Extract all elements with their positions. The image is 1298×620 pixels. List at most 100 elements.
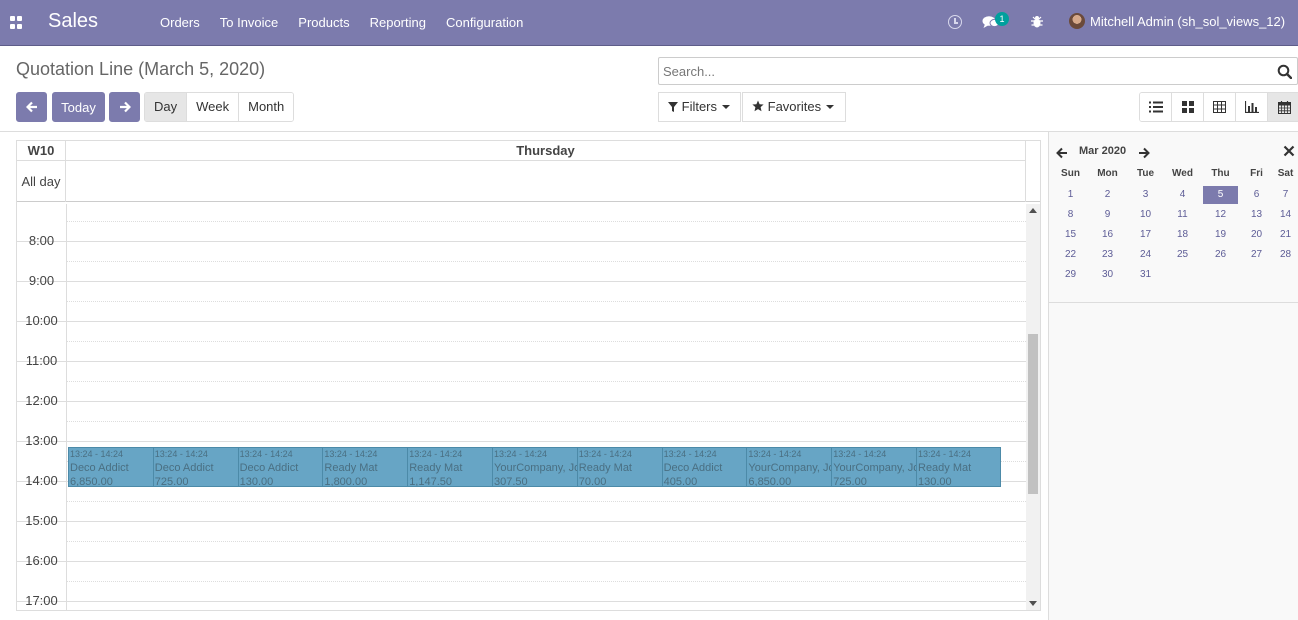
menu-products[interactable]: Products bbox=[288, 0, 359, 46]
event-amount: 1,800.00 bbox=[324, 476, 368, 487]
mini-calendar-day[interactable]: 14 bbox=[1268, 206, 1298, 224]
mini-next-month-icon[interactable] bbox=[1137, 146, 1151, 160]
activity-clock-icon[interactable] bbox=[948, 15, 962, 29]
menu-orders[interactable]: Orders bbox=[150, 0, 210, 46]
mini-calendar-day[interactable]: 16 bbox=[1090, 226, 1125, 244]
scale-day-button[interactable]: Day bbox=[145, 93, 188, 121]
event-partner: Deco Addict bbox=[70, 462, 129, 474]
mini-calendar-day[interactable]: 23 bbox=[1090, 246, 1125, 264]
all-day-slot[interactable] bbox=[66, 161, 1026, 202]
filters-dropdown[interactable]: Filters bbox=[658, 92, 741, 122]
mini-calendar-day[interactable]: 8 bbox=[1053, 206, 1088, 224]
calendar-sidebar: Mar 2020 Sun Mon Tue Wed Thu Fri Sat 1 2 3 4 5 6 7 8 9 1… bbox=[1048, 132, 1298, 620]
debug-bug-icon[interactable] bbox=[1030, 15, 1044, 29]
scrollbar-thumb[interactable] bbox=[1028, 334, 1038, 494]
mini-calendar-day[interactable]: 12 bbox=[1203, 206, 1238, 224]
user-menu-name[interactable]: Mitchell Admin (sh_sol_views_12) bbox=[1090, 14, 1285, 29]
mini-calendar-day[interactable]: 9 bbox=[1090, 206, 1125, 224]
search-input[interactable] bbox=[663, 61, 1263, 81]
event-time: 13:24 - 14:24 bbox=[494, 449, 548, 459]
mini-calendar-day[interactable]: 22 bbox=[1053, 246, 1088, 264]
scale-week-button[interactable]: Week bbox=[187, 93, 240, 121]
page-title: Quotation Line (March 5, 2020) bbox=[16, 59, 266, 79]
events-container: 13:24 - 14:24 Deco Addict 6,850.00 13:24 - … bbox=[68, 204, 1001, 610]
mini-calendar-day[interactable]: 2 bbox=[1090, 186, 1125, 204]
event-partner: Ready Mat bbox=[324, 462, 378, 474]
mini-calendar-day[interactable]: 21 bbox=[1268, 226, 1298, 244]
calendar-event[interactable]: 13:24 - 14:24 Deco Addict 130.00 bbox=[237, 447, 324, 487]
calendar-event[interactable]: 13:24 - 14:24 Deco Addict 725.00 bbox=[152, 447, 239, 487]
favorites-label: Favorites bbox=[767, 99, 822, 114]
kanban-view-button[interactable] bbox=[1172, 93, 1204, 121]
calendar-event[interactable]: 13:24 - 14:24 Ready Mat 1,800.00 bbox=[322, 447, 409, 487]
mini-calendar-title: Mar 2020 bbox=[1079, 145, 1127, 157]
mini-prev-month-icon[interactable] bbox=[1055, 146, 1069, 160]
scroll-up-arrow-icon[interactable] bbox=[1029, 208, 1037, 213]
calendar-view-button[interactable] bbox=[1268, 93, 1298, 121]
mini-calendar-day[interactable]: 17 bbox=[1128, 226, 1163, 244]
all-day-label: All day bbox=[17, 161, 66, 202]
mini-calendar-day[interactable]: 10 bbox=[1128, 206, 1163, 224]
mini-calendar-day[interactable]: 11 bbox=[1165, 206, 1200, 224]
day-column-header: Thursday bbox=[66, 141, 1026, 161]
calendar-event[interactable]: 13:24 - 14:24 YourCompany, Jo 307.50 bbox=[492, 447, 578, 487]
calendar-event[interactable]: 13:24 - 14:24 Deco Addict 405.00 bbox=[661, 447, 748, 487]
calendar-event[interactable]: 13:24 - 14:24 Ready Mat 130.00 bbox=[916, 447, 1001, 487]
filters-label: Filters bbox=[681, 99, 718, 114]
mini-calendar-day[interactable]: 29 bbox=[1053, 266, 1088, 284]
event-amount: 307.50 bbox=[494, 476, 528, 487]
apps-menu-icon[interactable] bbox=[10, 16, 23, 29]
calendar-scrollbar[interactable] bbox=[1026, 204, 1040, 610]
event-amount: 6,850.00 bbox=[70, 476, 113, 487]
scale-month-button[interactable]: Month bbox=[239, 93, 294, 121]
list-view-button[interactable] bbox=[1140, 93, 1172, 121]
calendar-event[interactable]: 13:24 - 14:24 Deco Addict 6,850.00 bbox=[68, 447, 154, 487]
calendar-event[interactable]: 13:24 - 14:24 YourCompany, Jo 725.00 bbox=[831, 447, 917, 487]
next-button[interactable] bbox=[109, 92, 140, 122]
calendar-icon bbox=[1277, 100, 1291, 114]
mini-calendar-day[interactable]: 24 bbox=[1128, 246, 1163, 264]
calendar-event[interactable]: 13:24 - 14:24 YourCompany, Jo 6,850.00 bbox=[746, 447, 833, 487]
user-avatar[interactable] bbox=[1069, 13, 1085, 29]
mini-calendar-day[interactable]: 1 bbox=[1053, 186, 1088, 204]
star-icon bbox=[752, 100, 764, 112]
mini-calendar-day[interactable]: 31 bbox=[1128, 266, 1163, 284]
close-icon[interactable] bbox=[1283, 145, 1295, 157]
event-time: 13:24 - 14:24 bbox=[70, 449, 124, 459]
today-button[interactable]: Today bbox=[52, 92, 105, 122]
event-time: 13:24 - 14:24 bbox=[154, 449, 208, 459]
bar-chart-icon bbox=[1244, 101, 1259, 113]
app-brand[interactable]: Sales bbox=[48, 10, 98, 33]
mini-calendar-day[interactable]: 26 bbox=[1203, 246, 1238, 264]
previous-button[interactable] bbox=[16, 92, 47, 122]
mini-calendar-day[interactable]: 5 bbox=[1203, 186, 1238, 204]
event-partner: YourCompany, Jo bbox=[494, 462, 578, 474]
menu-reporting[interactable]: Reporting bbox=[360, 0, 436, 46]
mini-calendar-day[interactable]: 15 bbox=[1053, 226, 1088, 244]
graph-view-button[interactable] bbox=[1236, 93, 1268, 121]
event-amount: 405.00 bbox=[663, 476, 698, 487]
mini-calendar-day[interactable]: 28 bbox=[1268, 246, 1298, 264]
arrow-right-icon bbox=[119, 101, 131, 113]
calendar-event[interactable]: 13:24 - 14:24 Ready Mat 1,147.50 bbox=[407, 447, 493, 487]
mini-calendar-day[interactable]: 18 bbox=[1165, 226, 1200, 244]
pivot-view-button[interactable] bbox=[1204, 93, 1236, 121]
calendar-event[interactable]: 13:24 - 14:24 Ready Mat 70.00 bbox=[576, 447, 663, 487]
event-amount: 130.00 bbox=[918, 476, 952, 487]
mini-calendar-day[interactable]: 25 bbox=[1165, 246, 1200, 264]
scroll-down-arrow-icon[interactable] bbox=[1029, 601, 1037, 606]
mini-calendar-day[interactable]: 4 bbox=[1165, 186, 1200, 204]
search-icon[interactable] bbox=[1277, 64, 1292, 79]
favorites-dropdown[interactable]: Favorites bbox=[742, 92, 846, 122]
mini-calendar-day[interactable]: 30 bbox=[1090, 266, 1125, 284]
mini-calendar-day[interactable]: 19 bbox=[1203, 226, 1238, 244]
mini-day-of-week: Tue bbox=[1136, 168, 1155, 179]
menu-configuration[interactable]: Configuration bbox=[436, 0, 533, 46]
event-time: 13:24 - 14:24 bbox=[663, 449, 717, 459]
event-amount: 1,147.50 bbox=[409, 476, 453, 487]
mini-calendar-day[interactable]: 3 bbox=[1128, 186, 1163, 204]
mini-day-of-week: Sun bbox=[1061, 168, 1080, 179]
mini-calendar-day[interactable]: 7 bbox=[1268, 186, 1298, 204]
menu-to-invoice[interactable]: To Invoice bbox=[210, 0, 289, 46]
time-grid[interactable]: 8:00 9:00 10:00 11:00 12:00 13:00 14:00 15:00 16… bbox=[17, 204, 1040, 610]
